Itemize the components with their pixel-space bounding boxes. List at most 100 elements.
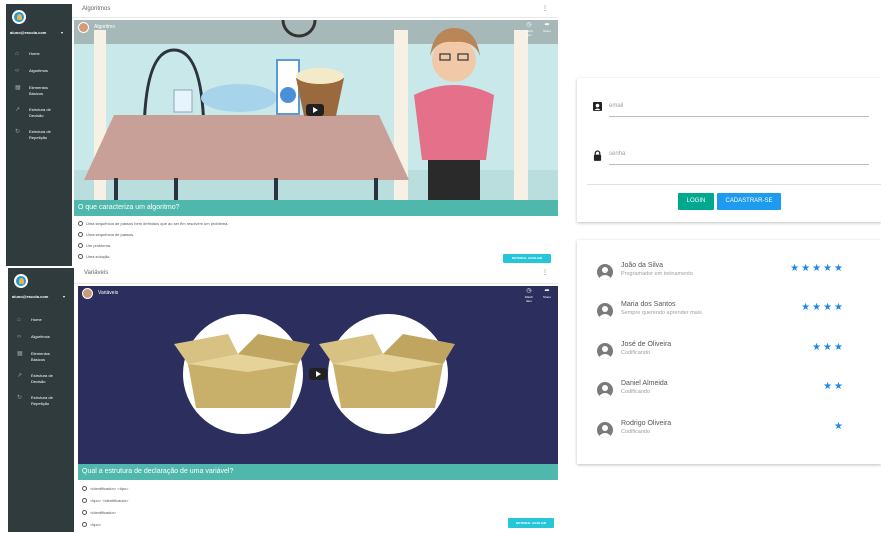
answer-option[interactable]: <tipo>: [82, 522, 101, 527]
answer-option[interactable]: Um problema.: [78, 243, 111, 248]
more-vert-icon[interactable]: ⋮: [542, 269, 548, 276]
sidebar-item-estrutura-repeticao[interactable]: ↻ Estrutura de Repetição: [6, 124, 72, 146]
user-name: João da Silva: [621, 262, 664, 269]
list-item: Maria dos Santos Sempre querendo aprende…: [577, 301, 881, 331]
star-rating: ★★★★: [801, 302, 845, 313]
avatar-icon: [597, 343, 613, 359]
sidebar: aluno@escola.com ▾ ⌂ Home ‹› Algoritmos …: [8, 268, 74, 532]
signup-button[interactable]: CADASTRAR-SE: [717, 193, 781, 210]
email-field[interactable]: email: [593, 102, 873, 118]
video-player[interactable]: Variáveis ◷ Watch later ➦ Share: [78, 286, 558, 464]
share-button[interactable]: ➦ Share: [540, 288, 554, 299]
radio-button[interactable]: [78, 243, 83, 248]
sidebar-item-label: Estrutura de Decisão: [31, 373, 53, 384]
radio-button[interactable]: [82, 486, 87, 491]
user-name: Daniel Almeida: [621, 380, 668, 387]
answer-option[interactable]: Uma sequência de passos.: [78, 232, 134, 237]
user-subtitle: Programador em treinamento: [621, 271, 693, 277]
list-item: João da Silva Programador em treinamento…: [577, 262, 881, 292]
password-underline: [609, 164, 869, 165]
branch-icon: ↗: [17, 373, 23, 379]
radio-button[interactable]: [82, 498, 87, 503]
play-button[interactable]: [306, 104, 324, 116]
grid-icon: ▦: [15, 85, 21, 91]
branch-icon: ↗: [15, 107, 21, 113]
code-icon: ‹›: [15, 68, 19, 74]
video-title[interactable]: Algoritmo: [94, 24, 115, 30]
answer-option[interactable]: <identificador> <tipo>: [82, 486, 128, 491]
user-name: Rodrigo Oliveira: [621, 420, 672, 427]
sidebar-header: aluno@escola.com ▾: [8, 268, 74, 304]
screen-algoritmos: aluno@escola.com ▾ ⌂ Home ‹› Algoritmos …: [6, 4, 558, 266]
divider: [587, 184, 881, 185]
sidebar-item-label: Estrutura de Decisão: [29, 107, 51, 118]
password-field[interactable]: senha: [593, 150, 873, 166]
radio-button[interactable]: [78, 232, 83, 237]
list-item: José de Oliveira Codificando ★★★: [577, 341, 881, 371]
avatar-icon: [597, 264, 613, 280]
avatar-icon: [597, 422, 613, 438]
login-button[interactable]: LOGIN: [678, 193, 714, 210]
sidebar-item-elementos-basicos[interactable]: ▦ Elementos Básicos: [6, 80, 72, 102]
video-title[interactable]: Variáveis: [98, 290, 118, 296]
question-text: O que caracteriza um algoritmo?: [78, 204, 180, 211]
chevron-down-icon[interactable]: ▾: [61, 30, 63, 35]
sidebar-header: aluno@escola.com ▾: [6, 4, 72, 40]
star-rating: ★★★: [812, 342, 845, 353]
user-subtitle: Codificando: [621, 389, 651, 395]
home-icon: ⌂: [17, 317, 21, 323]
answer-option[interactable]: <identificador>: [82, 510, 116, 515]
sidebar-item-label: Algoritmos: [29, 68, 48, 73]
radio-button[interactable]: [82, 522, 87, 527]
clock-icon: ◷: [526, 22, 532, 28]
sidebar-item-home[interactable]: ⌂ Home: [6, 46, 72, 63]
channel-avatar: [82, 288, 93, 299]
list-item: Rodrigo Oliveira Codificando ★: [577, 420, 881, 450]
play-button[interactable]: [309, 368, 327, 380]
user-subtitle: Codificando: [621, 350, 651, 356]
answer-option[interactable]: Uma solução.: [78, 254, 110, 259]
sidebar-item-algoritmos[interactable]: ‹› Algoritmos: [8, 329, 74, 346]
watch-later-button[interactable]: ◷ Watch later: [522, 288, 536, 303]
account-box-icon: [593, 102, 602, 111]
clock-icon: ◷: [526, 288, 532, 294]
sidebar-item-estrutura-decisao[interactable]: ↗ Estrutura de Decisão: [8, 368, 74, 390]
topbar: Algoritmos ⋮: [72, 4, 558, 18]
logo-icon: [12, 10, 26, 24]
lock-icon: [593, 150, 602, 161]
watch-later-label: Watch later: [524, 29, 534, 37]
question-bar: Qual a estrutura de declaração de uma va…: [78, 464, 558, 480]
option-label: Uma solução.: [86, 254, 111, 259]
sidebar-item-elementos-basicos[interactable]: ▦ Elementos Básicos: [8, 346, 74, 368]
answer-option[interactable]: Uma sequência de passos bem definidos qu…: [78, 221, 229, 226]
option-label: Um problema.: [86, 243, 112, 248]
sidebar-item-estrutura-repeticao[interactable]: ↻ Estrutura de Repetição: [8, 390, 74, 412]
chevron-down-icon[interactable]: ▾: [63, 294, 65, 299]
user-name: Maria dos Santos: [621, 301, 676, 308]
radio-button[interactable]: [78, 254, 83, 259]
login-card: email senha LOGIN CADASTRAR-SE: [577, 78, 881, 222]
sidebar-item-home[interactable]: ⌂ Home: [8, 312, 74, 329]
share-label: Share: [542, 29, 551, 33]
star-rating: ★★: [823, 381, 845, 392]
avatar-icon: [597, 303, 613, 319]
material-auxiliar-button[interactable]: MATERIAL AUXILIAR: [503, 254, 551, 263]
star-rating: ★: [834, 421, 845, 432]
sidebar-item-label: Estrutura de Repetição: [31, 395, 53, 406]
ranking-card: João da Silva Programador em treinamento…: [577, 240, 881, 464]
page-title: Algoritmos: [82, 6, 111, 12]
watch-later-button[interactable]: ◷ Watch later: [522, 22, 536, 37]
sidebar-item-algoritmos[interactable]: ‹› Algoritmos: [6, 63, 72, 80]
radio-button[interactable]: [78, 221, 83, 226]
share-button[interactable]: ➦ Share: [540, 22, 554, 33]
more-vert-icon[interactable]: ⋮: [542, 5, 548, 12]
video-player[interactable]: Algoritmo ◷ Watch later ➦ Share: [74, 20, 558, 200]
answer-option[interactable]: <tipo> <identificador>: [82, 498, 128, 503]
sidebar-item-estrutura-decisao[interactable]: ↗ Estrutura de Decisão: [6, 102, 72, 124]
option-label: <tipo>: [90, 522, 102, 527]
question-text: Qual a estrutura de declaração de uma va…: [82, 468, 234, 475]
material-auxiliar-button[interactable]: MATERIAL AUXILIAR: [508, 518, 554, 528]
radio-button[interactable]: [82, 510, 87, 515]
option-label: Uma sequência de passos bem definidos qu…: [86, 221, 229, 226]
share-icon: ➦: [544, 288, 550, 294]
